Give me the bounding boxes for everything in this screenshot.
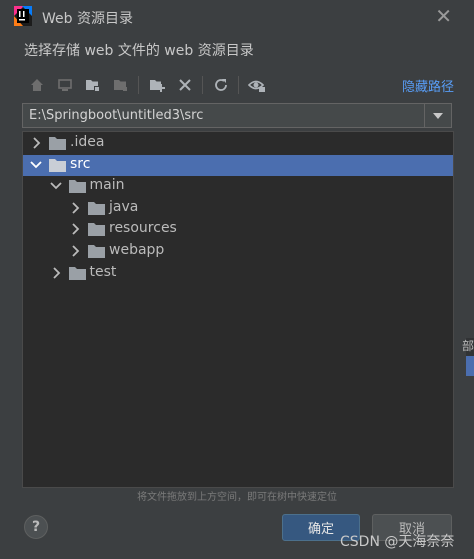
intellij-app-icon (14, 6, 32, 26)
chevron-right-icon[interactable] (68, 244, 82, 258)
new-folder-icon[interactable] (146, 74, 168, 96)
toolbar: 隐藏路径 (22, 70, 454, 100)
module-folder-icon[interactable] (110, 74, 132, 96)
tree-row[interactable]: main (23, 176, 453, 197)
background-window-text: 部 (461, 339, 474, 353)
chevron-right-icon[interactable] (49, 266, 63, 280)
title-bar: Web 资源目录 ✕ (0, 0, 474, 34)
chevron-right-icon[interactable] (68, 222, 82, 236)
folder-icon (88, 245, 105, 258)
tree-row[interactable]: src (23, 154, 453, 176)
folder-icon (88, 201, 105, 215)
background-window-selection (466, 356, 474, 376)
dialog-subtitle: 选择存储 web 文件的 web 资源目录 (24, 43, 254, 59)
tree-item-label: java (109, 198, 139, 215)
path-input[interactable] (23, 104, 423, 127)
path-field[interactable] (22, 103, 452, 128)
tree-row[interactable]: test (23, 263, 453, 284)
drag-drop-hint: 将文件拖放到上方空间，即可在树中快速定位 (137, 492, 337, 503)
home-icon[interactable] (26, 74, 48, 96)
chevron-down-icon[interactable] (49, 179, 63, 193)
folder-icon (49, 158, 66, 172)
folder-icon (88, 223, 105, 237)
tree-row[interactable]: .idea (23, 133, 453, 154)
hide-path-link[interactable]: 隐藏路径 (402, 76, 454, 95)
directory-tree[interactable]: .idea src main java resources webapp test (22, 131, 454, 488)
tree-item-label: webapp (109, 242, 165, 258)
tree-item-label: test (89, 263, 117, 280)
show-hidden-icon[interactable] (246, 74, 268, 96)
path-history-dropdown[interactable] (424, 104, 451, 127)
refresh-icon[interactable] (210, 74, 232, 96)
folder-icon (68, 266, 86, 280)
tree-row[interactable]: resources (23, 219, 453, 240)
delete-icon[interactable] (174, 74, 196, 96)
desktop-icon[interactable] (54, 74, 76, 96)
chevron-right-icon[interactable] (68, 201, 82, 215)
folder-icon (68, 180, 86, 194)
tree-row[interactable]: webapp (23, 241, 453, 262)
folder-icon (49, 137, 66, 150)
tree-item-label: src (70, 155, 91, 172)
project-folder-icon[interactable] (82, 74, 104, 96)
toolbar-separator (238, 76, 239, 94)
window-title: Web 资源目录 (42, 11, 133, 27)
chevron-down-icon[interactable] (29, 158, 43, 172)
help-button[interactable]: ? (24, 515, 48, 539)
watermark: CSDN @天海奈奈 (340, 534, 455, 550)
chevron-down-icon (433, 112, 443, 119)
tree-row[interactable]: java (23, 198, 453, 219)
tree-item-label: resources (109, 220, 177, 237)
toolbar-separator (202, 76, 203, 94)
tree-item-label: main (89, 177, 125, 194)
toolbar-separator (138, 76, 139, 94)
chevron-right-icon[interactable] (29, 136, 43, 150)
tree-item-label: .idea (70, 134, 105, 150)
close-icon[interactable]: ✕ (435, 4, 452, 28)
